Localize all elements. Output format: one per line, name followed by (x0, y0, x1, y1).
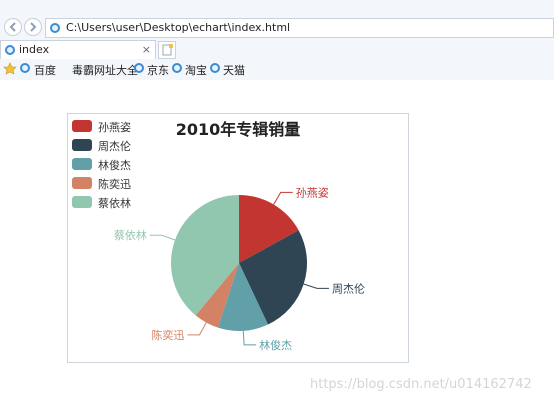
favorite-taobao[interactable]: 淘宝 (185, 62, 207, 78)
pie-chart: 2010年专辑销量 孙燕姿 周杰伦 林俊杰 陈奕迅 蔡依林 孙燕姿 周杰伦 林俊杰陈… (67, 113, 409, 363)
tab-label: index (19, 43, 50, 56)
slice-label: 林俊杰 (259, 338, 292, 352)
watermark: https://blog.csdn.net/u014162742 (310, 377, 532, 392)
label-leader-line (303, 283, 329, 289)
ie-fav-icon (172, 63, 182, 73)
slice-label: 周杰伦 (332, 281, 365, 295)
browser-chrome: C:\Users\user\Desktop\echart\index.html … (0, 0, 554, 80)
pie-svg: 孙燕姿周杰伦林俊杰 陈奕迅 蔡依林 (114, 186, 365, 352)
slice-label: 蔡依林 (114, 228, 147, 242)
ie-fav-icon (20, 63, 30, 73)
tab-row: index × (0, 40, 554, 60)
favorites-bar: 百度 毒霸网址大全 京东 淘宝 天猫 (0, 60, 554, 80)
slice-label: 孙燕姿 (296, 186, 329, 199)
label-leader-line (149, 234, 176, 241)
forward-arrow-icon (30, 22, 37, 32)
favorite-tmall[interactable]: 天猫 (223, 62, 245, 78)
favorite-baidu[interactable]: 百度 (34, 62, 56, 78)
ie-fav-icon (134, 63, 144, 73)
forward-button[interactable] (24, 18, 42, 36)
address-text: C:\Users\user\Desktop\echart\index.html (66, 21, 291, 34)
address-bar[interactable]: C:\Users\user\Desktop\echart\index.html (45, 18, 554, 38)
favorite-duba[interactable]: 毒霸网址大全 (72, 62, 138, 78)
back-arrow-icon (9, 22, 16, 32)
slice-label: 陈奕迅 (152, 328, 185, 342)
label-leader-line (242, 330, 257, 346)
favorites-star-icon[interactable] (3, 62, 17, 76)
back-button[interactable] (4, 18, 22, 36)
new-tab-button[interactable] (158, 41, 176, 59)
tab-close-icon[interactable]: × (142, 43, 151, 56)
new-tab-icon (162, 44, 173, 56)
favorite-jd[interactable]: 京东 (147, 62, 169, 78)
ie-fav-icon (210, 63, 220, 73)
label-leader-line (187, 322, 207, 336)
ie-tab-icon (5, 45, 15, 55)
ie-page-icon (50, 23, 60, 33)
address-row: C:\Users\user\Desktop\echart\index.html (0, 14, 554, 40)
tab-index[interactable]: index × (0, 40, 156, 59)
label-leader-line (273, 191, 293, 205)
